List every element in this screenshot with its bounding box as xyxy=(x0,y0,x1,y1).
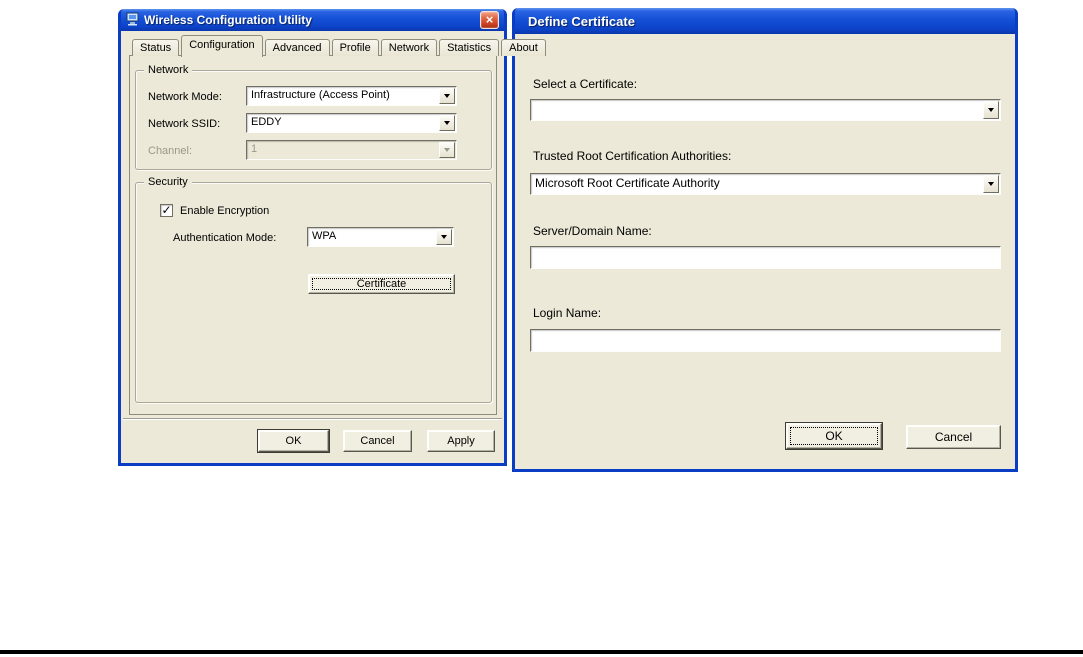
tab-statistics[interactable]: Statistics xyxy=(439,39,500,56)
tab-about[interactable]: About xyxy=(501,39,546,56)
chevron-down-icon xyxy=(988,108,994,112)
apply-button[interactable]: Apply xyxy=(427,430,495,452)
tab-network[interactable]: Network xyxy=(380,39,438,56)
login-name-label: Login Name: xyxy=(533,306,602,320)
network-mode-combobox[interactable]: Infrastructure (Access Point) xyxy=(246,86,457,106)
footer-divider xyxy=(123,418,502,420)
channel-combobox: 1 xyxy=(246,140,457,160)
network-ssid-label: Network SSID: xyxy=(148,118,221,130)
authentication-mode-value: WPA xyxy=(312,230,337,242)
select-certificate-combobox[interactable] xyxy=(530,99,1001,121)
select-certificate-label: Select a Certificate: xyxy=(533,77,638,91)
tab-configuration[interactable]: Configuration xyxy=(181,35,263,57)
ok-button[interactable]: OK xyxy=(257,429,330,453)
channel-label: Channel: xyxy=(148,145,193,157)
tab-advanced[interactable]: Advanced xyxy=(264,39,330,56)
chevron-down-icon xyxy=(444,148,450,152)
network-ssid-combobox[interactable]: EDDY xyxy=(246,113,457,133)
tab-profile[interactable]: Profile xyxy=(331,39,379,56)
trusted-root-label: Trusted Root Certification Authorities: xyxy=(533,149,732,163)
authentication-mode-dropdown-button[interactable] xyxy=(436,229,452,245)
chevron-down-icon xyxy=(444,121,450,125)
desktop-canvas: Wireless Configuration Utility × Status … xyxy=(0,0,1083,657)
page-bottom-rule xyxy=(0,650,1083,654)
server-domain-label: Server/Domain Name: xyxy=(533,224,652,238)
ok-button[interactable]: OK xyxy=(785,422,883,450)
enable-encryption-label: Enable Encryption xyxy=(180,205,270,217)
select-certificate-dropdown-button[interactable] xyxy=(983,101,999,119)
trusted-root-value: Microsoft Root Certificate Authority xyxy=(535,176,720,190)
wireless-config-window: Wireless Configuration Utility × Status … xyxy=(118,9,546,466)
authentication-mode-combobox[interactable]: WPA xyxy=(307,227,454,247)
server-domain-input[interactable] xyxy=(530,246,1001,269)
network-ssid-dropdown-button[interactable] xyxy=(439,115,455,131)
channel-dropdown-button xyxy=(439,142,455,158)
select-certificate-value xyxy=(531,100,982,120)
enable-encryption-checkbox[interactable]: ✓ xyxy=(160,204,173,217)
network-mode-value: Infrastructure (Access Point) xyxy=(251,89,390,101)
computer-icon xyxy=(126,12,140,29)
wireless-config-client: Status Configuration Advanced Profile Ne… xyxy=(121,31,546,460)
security-group-label: Security xyxy=(144,176,192,188)
close-icon[interactable]: × xyxy=(480,11,499,29)
certificate-button[interactable]: Certificate xyxy=(308,274,455,294)
trusted-root-dropdown-button[interactable] xyxy=(983,175,999,193)
define-certificate-window: Define Certificate Select a Certificate:… xyxy=(512,8,1018,472)
wireless-config-titlebar[interactable]: Wireless Configuration Utility × xyxy=(121,9,504,31)
define-certificate-titlebar[interactable]: Define Certificate xyxy=(515,8,1015,34)
network-ssid-value: EDDY xyxy=(251,116,282,128)
network-mode-dropdown-button[interactable] xyxy=(439,88,455,104)
window-title: Define Certificate xyxy=(528,13,635,29)
network-mode-label: Network Mode: xyxy=(148,91,222,103)
login-name-input[interactable] xyxy=(530,329,1001,352)
cancel-button[interactable]: Cancel xyxy=(343,430,412,452)
authentication-mode-label: Authentication Mode: xyxy=(173,232,277,244)
tab-status[interactable]: Status xyxy=(132,39,180,56)
channel-value: 1 xyxy=(251,143,258,155)
tab-strip: Status Configuration Advanced Profile Ne… xyxy=(132,34,548,57)
define-certificate-client: Select a Certificate: Trusted Root Certi… xyxy=(515,34,1015,466)
window-title: Wireless Configuration Utility xyxy=(144,13,312,27)
chevron-down-icon xyxy=(988,182,994,186)
chevron-down-icon xyxy=(441,235,447,239)
trusted-root-combobox[interactable]: Microsoft Root Certificate Authority xyxy=(530,173,1001,195)
network-group-label: Network xyxy=(144,64,193,76)
chevron-down-icon xyxy=(444,94,450,98)
cancel-button[interactable]: Cancel xyxy=(906,425,1001,449)
